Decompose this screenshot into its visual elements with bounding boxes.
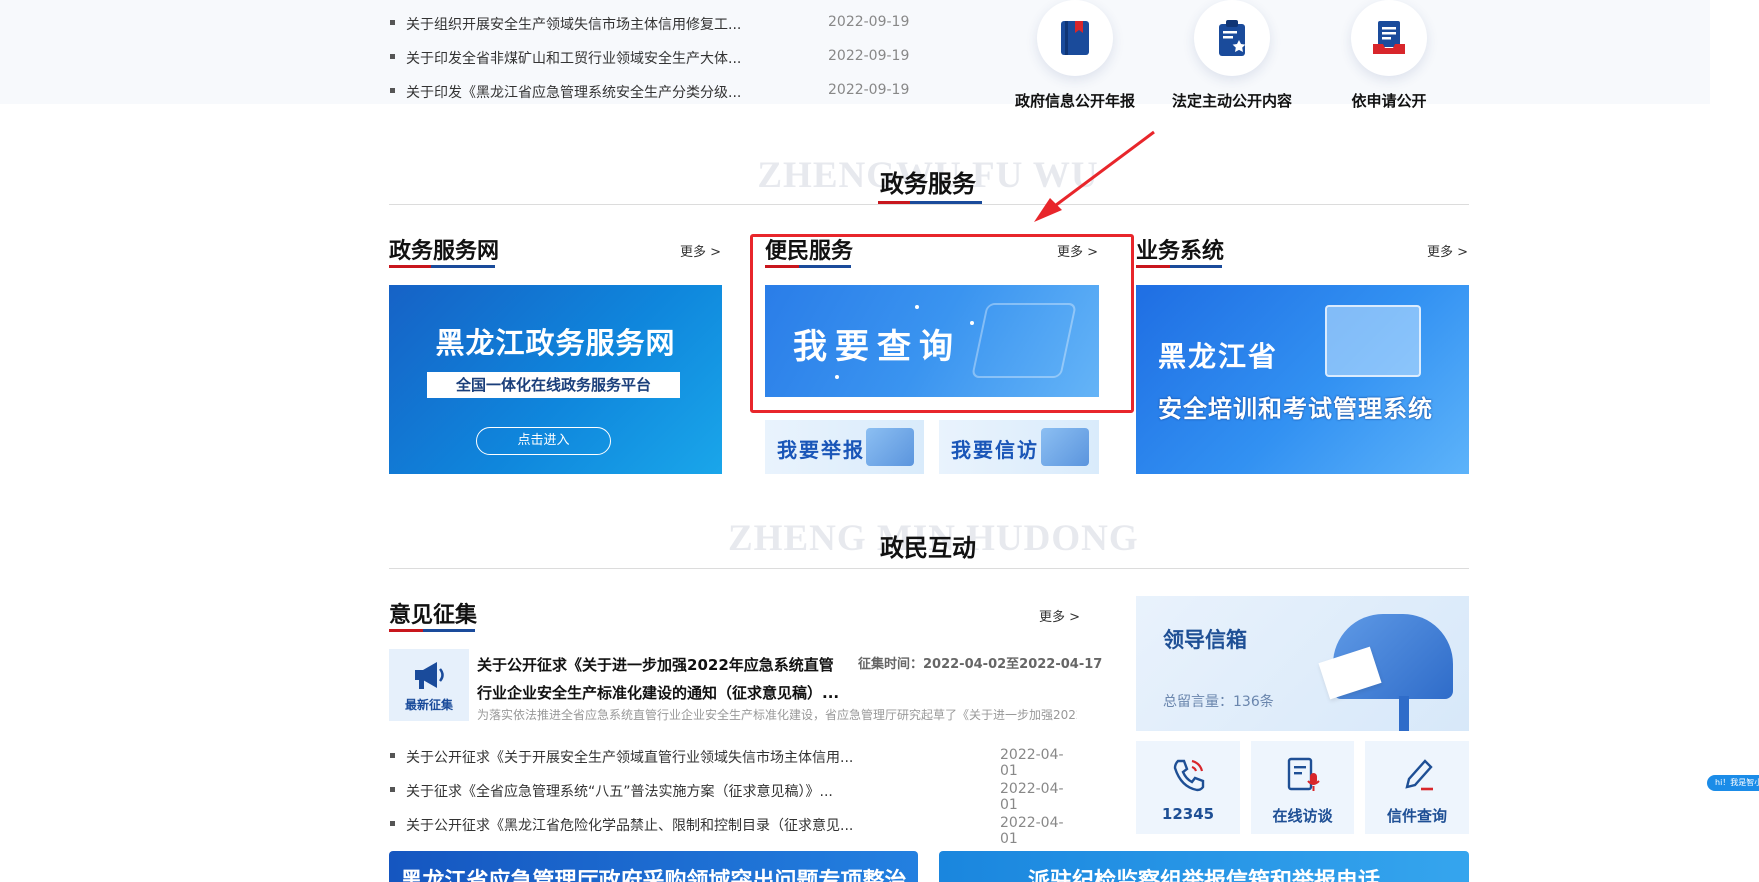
bullet-icon [390,821,395,826]
pen-write-icon [1405,759,1433,791]
megaphone-icon [415,662,444,689]
bullet-icon [390,88,395,93]
quick-link-annual-report[interactable]: 政府信息公开年报 [1015,0,1135,111]
banner-title: 黑龙江省 [1158,340,1279,373]
banner-report[interactable]: 我要举报 [765,420,924,474]
bottom-banner-text: 派驻纪检监察组举报信箱和举报电话 [1027,869,1380,882]
column-title-business-system: 业务系统 [1136,239,1225,264]
screen-illustration-icon [1325,305,1421,377]
document-tray-icon [1351,0,1427,76]
opinion-title[interactable]: 关于公开征求《关于开展安全生产领域直管行业领域失信市场主体信用... [406,747,878,767]
petition-illustration-icon [1041,428,1089,466]
news-date: 2022-09-19 [828,14,910,30]
latest-collection-badge: 最新征集 [389,649,469,721]
banner-small-title: 我要信访 [951,438,1039,462]
section-divider [389,204,1469,205]
news-title[interactable]: 关于印发《黑龙江省应急管理系统安全生产分类分级... [406,82,751,102]
bullet-icon [390,20,395,25]
banner-petition[interactable]: 我要信访 [939,420,1099,474]
tile-letter-query[interactable]: 信件查询 [1365,741,1469,834]
column-underline [389,265,495,268]
quick-link-label: 依申请公开 [1351,92,1427,110]
mailbox-title: 领导信箱 [1163,628,1247,652]
banner-procurement-rectification[interactable]: 黑龙江省应急管理厅政府采购领域突出问题专项整治 [389,851,918,882]
section-divider [389,568,1469,569]
chat-assistant-tab[interactable]: hi！我是智小应 [1707,775,1759,791]
banner-gov-service-net[interactable]: 黑龙江政务服务网 全国一体化在线政务服务平台 点击进入 [389,285,722,474]
opinion-date: 2022-04-01 [1000,815,1064,847]
section-title-services: 政务服务 [880,170,976,198]
opinion-title[interactable]: 关于征求《全省应急管理系统“八五”普法实施方案（征求意见稿）》... [406,781,878,801]
banner-subtitle: 全国一体化在线政务服务平台 [427,372,680,398]
tile-hotline[interactable]: 12345 [1136,741,1240,834]
news-date: 2022-09-19 [828,48,910,64]
highlight-box [750,234,1134,413]
column-underline [389,629,475,632]
banner-discipline-report[interactable]: 派驻纪检监察组举报信箱和举报电话 [939,851,1469,882]
quick-link-label: 法定主动公开内容 [1172,92,1293,110]
mailbox-count: 总留言量：136条 [1163,694,1274,710]
column-title-gov-service: 政务服务网 [389,239,500,264]
featured-opinion-desc: 为落实依法推进全省应急系统直管行业企业安全生产标准化建设，省应急管理厅研究起草了… [477,708,1077,722]
bullet-icon [390,54,395,59]
annotation-arrow-icon [1034,130,1155,222]
news-title[interactable]: 关于印发全省非煤矿山和工贸行业领域安全生产大体... [406,48,751,68]
leader-mailbox-card[interactable]: 领导信箱 总留言量：136条 [1136,596,1469,731]
banner-subtitle: 安全培训和考试管理系统 [1158,395,1433,423]
quick-link-on-request[interactable]: 依申请公开 [1329,0,1449,111]
section-underline [878,201,982,204]
bullet-icon [390,787,395,792]
news-date: 2022-09-19 [828,82,910,98]
tile-online-interview[interactable]: 在线访谈 [1251,741,1354,834]
news-title[interactable]: 关于组织开展安全生产领域失信市场主体信用修复工... [406,14,751,34]
book-bookmark-icon [1037,0,1113,76]
news-item[interactable]: 关于印发全省非煤矿山和工贸行业领域安全生产大体... 2022-09-19 [390,48,910,68]
bottom-banner-text: 黑龙江省应急管理厅政府采购领域突出问题专项整治 [400,869,907,882]
featured-opinion-time: 征集时间：2022-04-02至2022-04-17 [858,657,1103,672]
opinion-date: 2022-04-01 [1000,747,1064,779]
mailbox-post [1399,696,1409,731]
interview-mic-icon [1287,757,1320,791]
banner-training-exam-system[interactable]: 黑龙江省 安全培训和考试管理系统 [1136,285,1469,474]
more-link[interactable]: 更多 > [1427,241,1468,260]
column-title-opinion: 意见征集 [389,603,478,628]
bullet-icon [390,753,395,758]
more-link[interactable]: 更多 > [680,241,721,260]
opinion-item[interactable]: 关于公开征求《关于开展安全生产领域直管行业领域失信市场主体信用... 2022-… [390,747,1080,779]
opinion-title[interactable]: 关于公开征求《黑龙江省危险化学品禁止、限制和控制目录（征求意见... [406,815,878,835]
column-underline [1136,265,1222,268]
featured-opinion-title[interactable]: 关于公开征求《关于进一步加强2022年应急系统直管行业企业安全生产标准化建设的通… [477,651,847,707]
clipboard-star-icon [1194,0,1270,76]
news-item[interactable]: 关于组织开展安全生产领域失信市场主体信用修复工... 2022-09-19 [390,14,910,34]
opinion-date: 2022-04-01 [1000,781,1064,813]
section-title-interaction: 政民互动 [880,534,976,562]
opinion-item[interactable]: 关于公开征求《黑龙江省危险化学品禁止、限制和控制目录（征求意见... 2022-… [390,815,1080,847]
enter-button[interactable]: 点击进入 [476,427,611,455]
tile-label: 12345 [1161,805,1215,823]
tile-label: 在线访谈 [1272,807,1333,825]
more-link[interactable]: 更多 > [1039,606,1080,625]
opinion-item[interactable]: 关于征求《全省应急管理系统“八五”普法实施方案（征求意见稿）》... 2022-… [390,781,1080,813]
quick-link-statutory[interactable]: 法定主动公开内容 [1172,0,1292,111]
tile-label: 信件查询 [1386,807,1447,825]
banner-title: 黑龙江政务服务网 [435,326,676,360]
phone-icon [1173,759,1205,792]
banner-small-title: 我要举报 [777,438,865,462]
news-item[interactable]: 关于印发《黑龙江省应急管理系统安全生产分类分级... 2022-09-19 [390,82,910,102]
report-illustration-icon [866,428,914,466]
quick-link-label: 政府信息公开年报 [1015,92,1136,110]
badge-caption: 最新征集 [404,698,453,712]
